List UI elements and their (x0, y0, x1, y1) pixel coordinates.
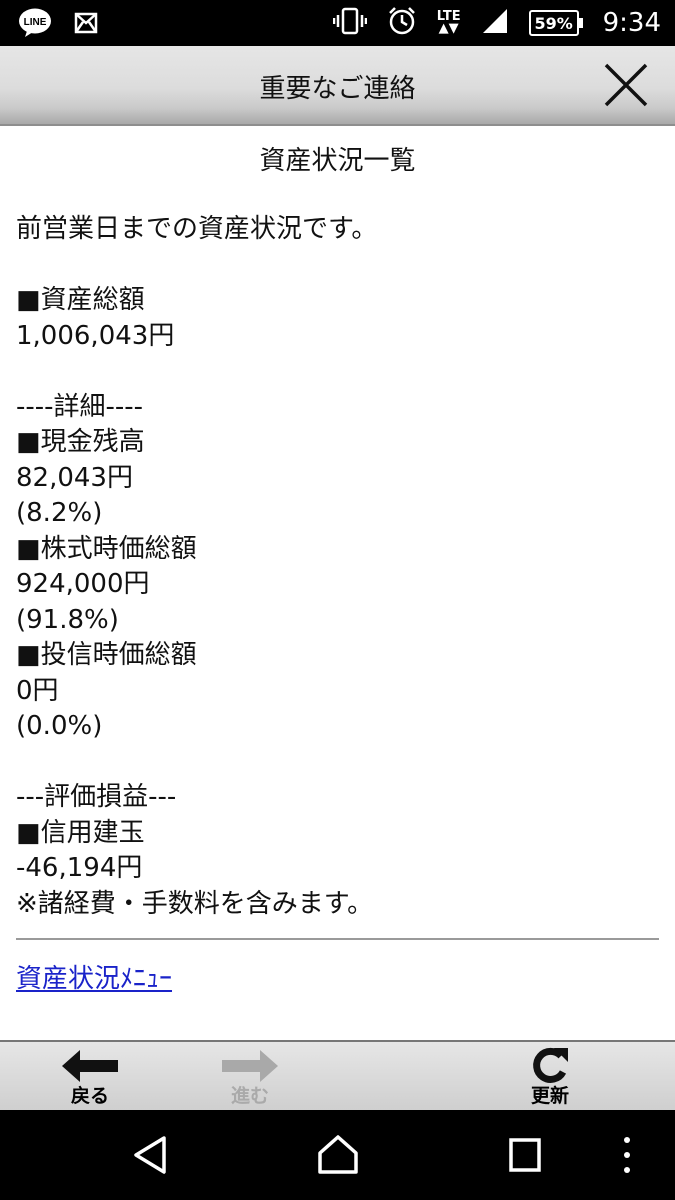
cash-value: 82,043円 (16, 462, 133, 493)
total-assets-value: 1,006,043円 (16, 320, 175, 351)
content-area: 資産状況一覧 前営業日までの資産状況です。 ■資産総額 1,006,043円 -… (0, 126, 675, 1040)
fund-label: ■投信時価総額 (16, 640, 197, 670)
fund-percent: (0.0%) (16, 711, 103, 741)
stock-value: 924,000円 (16, 569, 150, 599)
refresh-label: 更新 (530, 1085, 569, 1107)
fee-note: ※諸経費・手数料を含みます。 (16, 888, 374, 919)
stock-percent: (91.8%) (16, 604, 119, 635)
divider (16, 938, 659, 940)
back-button[interactable]: 戻る (35, 1044, 145, 1110)
nav-back-button[interactable] (126, 1132, 176, 1178)
nav-menu-button[interactable] (612, 1132, 642, 1178)
asset-menu-link[interactable]: 資産状況ﾒﾆｭｰ (16, 958, 172, 995)
close-icon (604, 63, 648, 107)
nav-recents-button[interactable] (500, 1132, 550, 1178)
dialog-header: 重要なご連絡 (0, 46, 675, 126)
overflow-menu-icon (624, 1137, 630, 1173)
system-status: LTE ▲▼ 59% 9:34 (332, 6, 661, 40)
notification-icons: LINE (18, 8, 98, 42)
back-label: 戻る (70, 1085, 109, 1107)
signal-icon (481, 7, 509, 39)
mail-icon (74, 10, 98, 40)
arrow-left-icon (62, 1050, 118, 1082)
cash-label: ■現金残高 (16, 427, 145, 457)
recents-square-icon (509, 1138, 541, 1172)
svg-text:LINE: LINE (24, 17, 47, 28)
asset-summary: 前営業日までの資産状況です。 ■資産総額 1,006,043円 ----詳細--… (16, 212, 661, 922)
refresh-button[interactable]: 更新 (495, 1044, 605, 1110)
back-triangle-icon (134, 1136, 166, 1174)
margin-value: -46,194円 (16, 853, 143, 883)
browser-toolbar: 戻る 進む 更新 (0, 1040, 675, 1110)
cash-percent: (8.2%) (16, 498, 103, 528)
alarm-icon (387, 6, 417, 40)
vibrate-icon (332, 7, 367, 39)
forward-label: 進む (230, 1085, 269, 1107)
page-heading: 資産状況一覧 (259, 146, 416, 176)
pl-header: ---評価損益--- (16, 782, 177, 812)
stock-label: ■株式時価総額 (16, 533, 197, 564)
intro-text: 前営業日までの資産状況です。 (16, 214, 378, 244)
fund-value: 0円 (16, 675, 59, 706)
battery-icon: 59% (528, 10, 583, 36)
refresh-icon (533, 1047, 568, 1083)
arrow-right-icon (222, 1050, 278, 1082)
line-app-icon: LINE (18, 8, 52, 42)
forward-button[interactable]: 進む (195, 1044, 305, 1110)
network-type: LTE ▲▼ (436, 9, 461, 36)
system-nav-bar (0, 1110, 675, 1200)
status-bar: LINE LTE ▲▼ 59% 9:34 (0, 0, 675, 46)
close-button[interactable] (601, 60, 651, 110)
dialog-title: 重要なご連絡 (259, 74, 416, 104)
home-circle-icon (318, 1135, 358, 1174)
total-assets-label: ■資産総額 (16, 285, 145, 315)
margin-label: ■信用建玉 (16, 817, 145, 848)
detail-header: ----詳細---- (16, 391, 144, 422)
clock: 9:34 (602, 8, 661, 38)
nav-home-button[interactable] (313, 1132, 363, 1178)
